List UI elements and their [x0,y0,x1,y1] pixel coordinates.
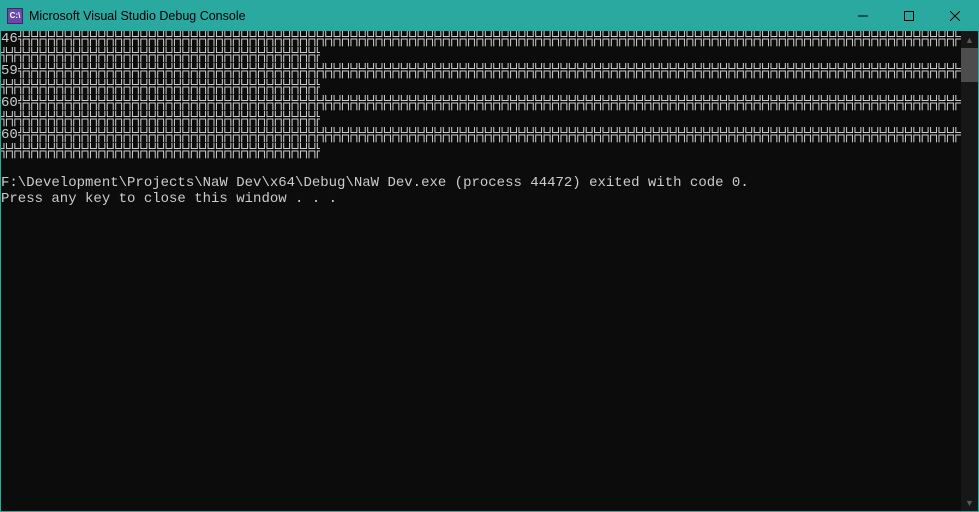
bar-row: ╬╬╬╬╬╬╬╬╬╬╬╬╬╬╬╬╬╬╬╬╬╬╬╬╬╬╬╬╬╬╬╬╬╬╬╬╬╬ [1,79,961,95]
press-any-key-line: Press any key to close this window . . . [1,191,961,207]
bar-row: ╬╬╬╬╬╬╬╬╬╬╬╬╬╬╬╬╬╬╬╬╬╬╬╬╬╬╬╬╬╬╬╬╬╬╬╬╬╬ [1,143,961,159]
window-frame: C:\ Microsoft Visual Studio Debug Consol… [0,0,979,512]
bar-row: ╬╬╬╬╬╬╬╬╬╬╬╬╬╬╬╬╬╬╬╬╬╬╬╬╬╬╬╬╬╬╬╬╬╬╬╬╬╬ [1,47,961,63]
bar-short: ╬╬╬╬╬╬╬╬╬╬╬╬╬╬╬╬╬╬╬╬╬╬╬╬╬╬╬╬╬╬╬╬╬╬╬╬╬╬ [1,111,320,127]
maximize-button[interactable] [886,1,932,31]
client-area: 46╬╬╬╬╬╬╬╬╬╬╬╬╬╬╬╬╬╬╬╬╬╬╬╬╬╬╬╬╬╬╬╬╬╬╬╬╬╬… [1,31,978,511]
bar-short: ╬╬╬╬╬╬╬╬╬╬╬╬╬╬╬╬╬╬╬╬╬╬╬╬╬╬╬╬╬╬╬╬╬╬╬╬╬╬ [1,143,320,159]
vertical-scrollbar[interactable]: ▲ ▼ [961,31,978,511]
scroll-down-button[interactable]: ▼ [961,494,978,511]
row-label: 59 [1,63,18,79]
bar-row: 59╬╬╬╬╬╬╬╬╬╬╬╬╬╬╬╬╬╬╬╬╬╬╬╬╬╬╬╬╬╬╬╬╬╬╬╬╬╬… [1,63,961,79]
bar-row: 46╬╬╬╬╬╬╬╬╬╬╬╬╬╬╬╬╬╬╬╬╬╬╬╬╬╬╬╬╬╬╬╬╬╬╬╬╬╬… [1,31,961,47]
row-label: 60 [1,127,18,143]
bar-row: ╬╬╬╬╬╬╬╬╬╬╬╬╬╬╬╬╬╬╬╬╬╬╬╬╬╬╬╬╬╬╬╬╬╬╬╬╬╬ [1,111,961,127]
app-icon: C:\ [7,8,23,24]
bar-long: ╬╬╬╬╬╬╬╬╬╬╬╬╬╬╬╬╬╬╬╬╬╬╬╬╬╬╬╬╬╬╬╬╬╬╬╬╬╬╬╬… [18,127,961,143]
chevron-up-icon: ▲ [965,35,974,45]
close-button[interactable] [932,1,978,31]
close-icon [950,11,960,21]
bar-row: 60╬╬╬╬╬╬╬╬╬╬╬╬╬╬╬╬╬╬╬╬╬╬╬╬╬╬╬╬╬╬╬╬╬╬╬╬╬╬… [1,127,961,143]
scroll-up-button[interactable]: ▲ [961,31,978,48]
scroll-thumb[interactable] [961,48,978,82]
window-title: Microsoft Visual Studio Debug Console [29,9,246,23]
maximize-icon [904,11,914,21]
minimize-icon [858,11,868,21]
chevron-down-icon: ▼ [965,498,974,508]
row-label: 46 [1,31,18,47]
bar-short: ╬╬╬╬╬╬╬╬╬╬╬╬╬╬╬╬╬╬╬╬╬╬╬╬╬╬╬╬╬╬╬╬╬╬╬╬╬╬ [1,79,320,95]
app-icon-text: C:\ [10,12,21,20]
bar-row: 60╬╬╬╬╬╬╬╬╬╬╬╬╬╬╬╬╬╬╬╬╬╬╬╬╬╬╬╬╬╬╬╬╬╬╬╬╬╬… [1,95,961,111]
blank-line [1,159,961,175]
row-label: 60 [1,95,18,111]
console-output[interactable]: 46╬╬╬╬╬╬╬╬╬╬╬╬╬╬╬╬╬╬╬╬╬╬╬╬╬╬╬╬╬╬╬╬╬╬╬╬╬╬… [1,31,961,511]
minimize-button[interactable] [840,1,886,31]
bar-long: ╬╬╬╬╬╬╬╬╬╬╬╬╬╬╬╬╬╬╬╬╬╬╬╬╬╬╬╬╬╬╬╬╬╬╬╬╬╬╬╬… [18,31,961,47]
titlebar[interactable]: C:\ Microsoft Visual Studio Debug Consol… [1,1,978,31]
bar-long: ╬╬╬╬╬╬╬╬╬╬╬╬╬╬╬╬╬╬╬╬╬╬╬╬╬╬╬╬╬╬╬╬╬╬╬╬╬╬╬╬… [18,63,961,79]
exit-line: F:\Development\Projects\NaW Dev\x64\Debu… [1,175,961,191]
bar-short: ╬╬╬╬╬╬╬╬╬╬╬╬╬╬╬╬╬╬╬╬╬╬╬╬╬╬╬╬╬╬╬╬╬╬╬╬╬╬ [1,47,320,63]
bar-long: ╬╬╬╬╬╬╬╬╬╬╬╬╬╬╬╬╬╬╬╬╬╬╬╬╬╬╬╬╬╬╬╬╬╬╬╬╬╬╬╬… [18,95,961,111]
